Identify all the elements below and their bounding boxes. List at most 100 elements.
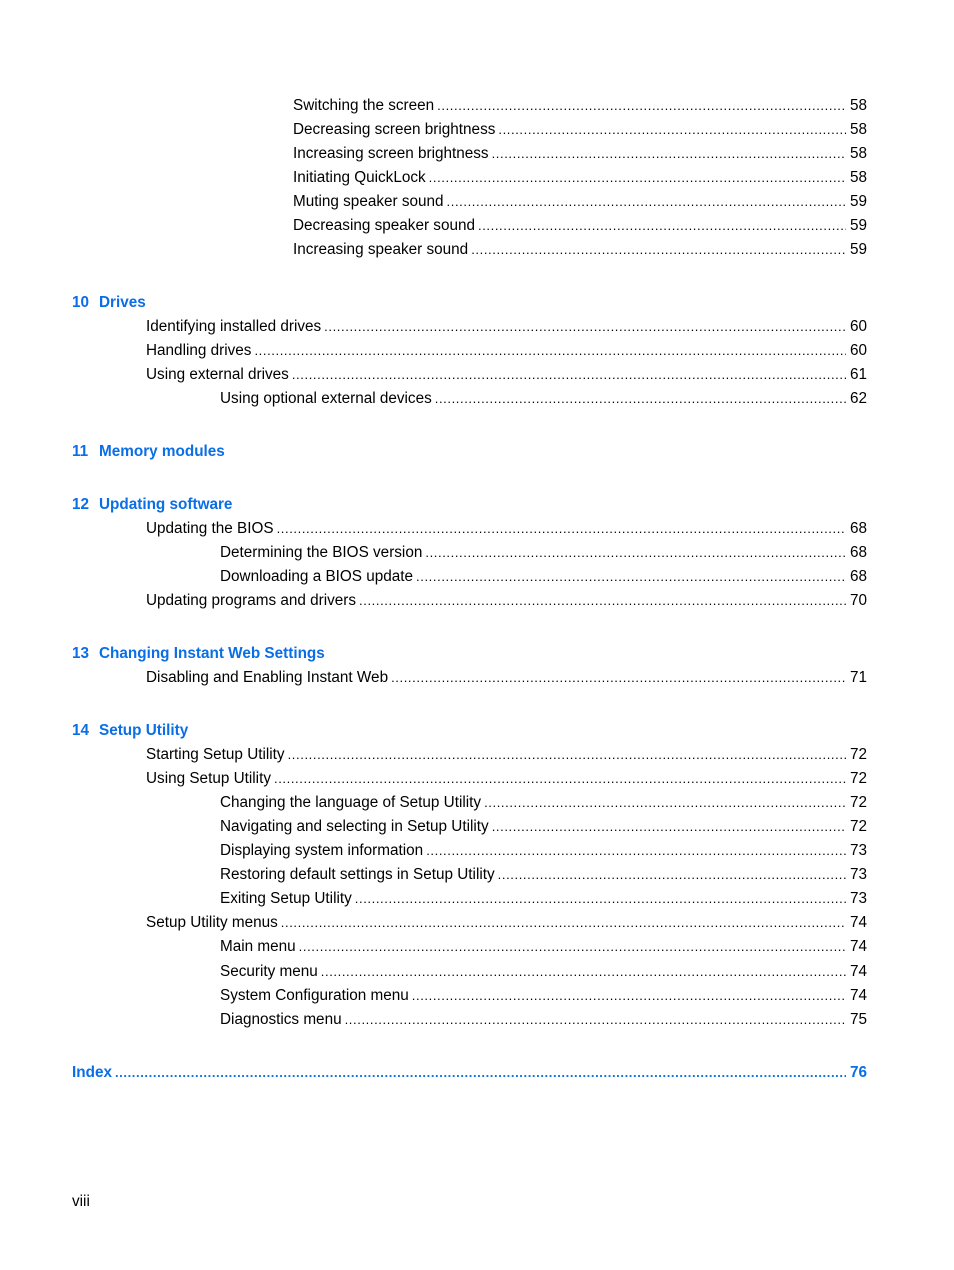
toc-entry[interactable]: Navigating and selecting in Setup Utilit… — [220, 817, 867, 837]
index-entry[interactable]: Index 76 — [72, 1063, 867, 1083]
chapter-number: 10 — [72, 294, 90, 311]
entry-title: Updating the BIOS — [146, 520, 274, 537]
chapter-title: Memory modules — [99, 443, 225, 460]
entry-page: 75 — [849, 1011, 867, 1028]
entry-page: 72 — [849, 794, 867, 811]
chapter-title: Changing Instant Web Settings — [99, 645, 325, 662]
entry-title: Using optional external devices — [220, 390, 432, 407]
dot-leader — [492, 817, 846, 837]
toc-entry[interactable]: Security menu 74 — [220, 962, 867, 982]
toc-entry[interactable]: Using optional external devices 62 — [220, 389, 867, 409]
chapter-number: 12 — [72, 496, 90, 513]
entry-title: Identifying installed drives — [146, 318, 322, 335]
toc-entry[interactable]: Determining the BIOS version 68 — [220, 543, 867, 563]
entry-title: Starting Setup Utility — [146, 746, 285, 763]
toc-entry[interactable]: Starting Setup Utility 72 — [146, 745, 867, 765]
entry-page: 71 — [849, 669, 867, 686]
dot-leader — [416, 567, 846, 587]
entry-page: 72 — [849, 770, 867, 787]
toc-entry[interactable]: Decreasing screen brightness 58 — [293, 120, 867, 140]
entry-page: 74 — [849, 987, 867, 1004]
entry-title: Initiating QuickLock — [293, 169, 426, 186]
toc-entry[interactable]: Exiting Setup Utility 73 — [220, 889, 867, 909]
entry-title: Increasing speaker sound — [293, 241, 469, 258]
toc-entry[interactable]: Increasing speaker sound 59 — [293, 240, 867, 260]
dot-leader — [484, 793, 846, 813]
toc-entry[interactable]: Initiating QuickLock 58 — [293, 168, 867, 188]
entry-page: 58 — [849, 145, 867, 162]
dot-leader — [115, 1063, 846, 1083]
chapter-heading[interactable]: 11 Memory modules — [72, 442, 225, 462]
entry-title: Exiting Setup Utility — [220, 890, 352, 907]
toc-entry[interactable]: Muting speaker sound 59 — [293, 192, 867, 212]
entry-title: Setup Utility menus — [146, 914, 278, 931]
dot-leader — [345, 1010, 846, 1030]
entry-page: 68 — [849, 520, 867, 537]
entry-page: 73 — [849, 842, 867, 859]
entry-page: 60 — [849, 318, 867, 335]
chapter-number: 14 — [72, 722, 90, 739]
entry-page: 70 — [849, 592, 867, 609]
chapter-number: 13 — [72, 645, 90, 662]
dot-leader — [281, 913, 846, 933]
dot-leader — [292, 365, 846, 385]
toc-entry[interactable]: Identifying installed drives 60 — [146, 317, 867, 337]
index-title: Index — [72, 1064, 112, 1081]
toc-entry[interactable]: Using external drives 61 — [146, 365, 867, 385]
toc-entry[interactable]: Increasing screen brightness 58 — [293, 144, 867, 164]
toc-entry[interactable]: System Configuration menu 74 — [220, 986, 867, 1006]
entry-page: 74 — [849, 914, 867, 931]
entry-title: Downloading a BIOS update — [220, 568, 414, 585]
toc-entry[interactable]: Diagnostics menu 75 — [220, 1010, 867, 1030]
toc-entry[interactable]: Updating the BIOS 68 — [146, 519, 867, 539]
entry-title: Updating programs and drivers — [146, 592, 357, 609]
entry-title: Changing the language of Setup Utility — [220, 794, 482, 811]
dot-leader — [447, 192, 846, 212]
entry-page: 74 — [849, 938, 867, 955]
toc-entry[interactable]: Main menu 74 — [220, 937, 867, 957]
entry-page: 59 — [849, 241, 867, 258]
entry-page: 73 — [849, 866, 867, 883]
toc-entry[interactable]: Disabling and Enabling Instant Web 71 — [146, 668, 867, 688]
toc-entry[interactable]: Decreasing speaker sound 59 — [293, 216, 867, 236]
dot-leader — [299, 937, 846, 957]
entry-title: Diagnostics menu — [220, 1011, 342, 1028]
entry-title: Switching the screen — [293, 97, 435, 114]
toc-entry[interactable]: Using Setup Utility 72 — [146, 769, 867, 789]
chapter-heading[interactable]: 14 Setup Utility — [72, 721, 188, 741]
dot-leader — [425, 543, 846, 563]
toc-entry[interactable]: Setup Utility menus 74 — [146, 913, 867, 933]
entry-title: Displaying system information — [220, 842, 424, 859]
toc-entry[interactable]: Displaying system information 73 — [220, 841, 867, 861]
dot-leader — [355, 889, 846, 909]
dot-leader — [492, 144, 846, 164]
toc-entry[interactable]: Switching the screen 58 — [293, 96, 867, 116]
entry-title: Using external drives — [146, 366, 289, 383]
entry-title: Main menu — [220, 938, 296, 955]
entry-title: System Configuration menu — [220, 987, 409, 1004]
toc-entry[interactable]: Updating programs and drivers 70 — [146, 591, 867, 611]
dot-leader — [478, 216, 846, 236]
entry-title: Security menu — [220, 963, 318, 980]
chapter-heading[interactable]: 12 Updating software — [72, 495, 232, 515]
dot-leader — [471, 240, 846, 260]
entry-page: 73 — [849, 890, 867, 907]
entry-title: Restoring default settings in Setup Util… — [220, 866, 495, 883]
entry-title: Decreasing speaker sound — [293, 217, 475, 234]
toc-entry[interactable]: Restoring default settings in Setup Util… — [220, 865, 867, 885]
dot-leader — [391, 668, 846, 688]
entry-page: 60 — [849, 342, 867, 359]
entry-title: Decreasing screen brightness — [293, 121, 496, 138]
chapter-heading[interactable]: 13 Changing Instant Web Settings — [72, 644, 325, 664]
dot-leader — [277, 519, 846, 539]
toc-entry[interactable]: Downloading a BIOS update 68 — [220, 567, 867, 587]
toc-entry[interactable]: Changing the language of Setup Utility 7… — [220, 793, 867, 813]
dot-leader — [321, 962, 846, 982]
entry-page: 58 — [849, 97, 867, 114]
entry-title: Muting speaker sound — [293, 193, 444, 210]
dot-leader — [288, 745, 846, 765]
chapter-heading[interactable]: 10 Drives — [72, 293, 146, 313]
toc-entry[interactable]: Handling drives 60 — [146, 341, 867, 361]
chapter-number: 11 — [72, 443, 89, 460]
entry-page: 59 — [849, 217, 867, 234]
